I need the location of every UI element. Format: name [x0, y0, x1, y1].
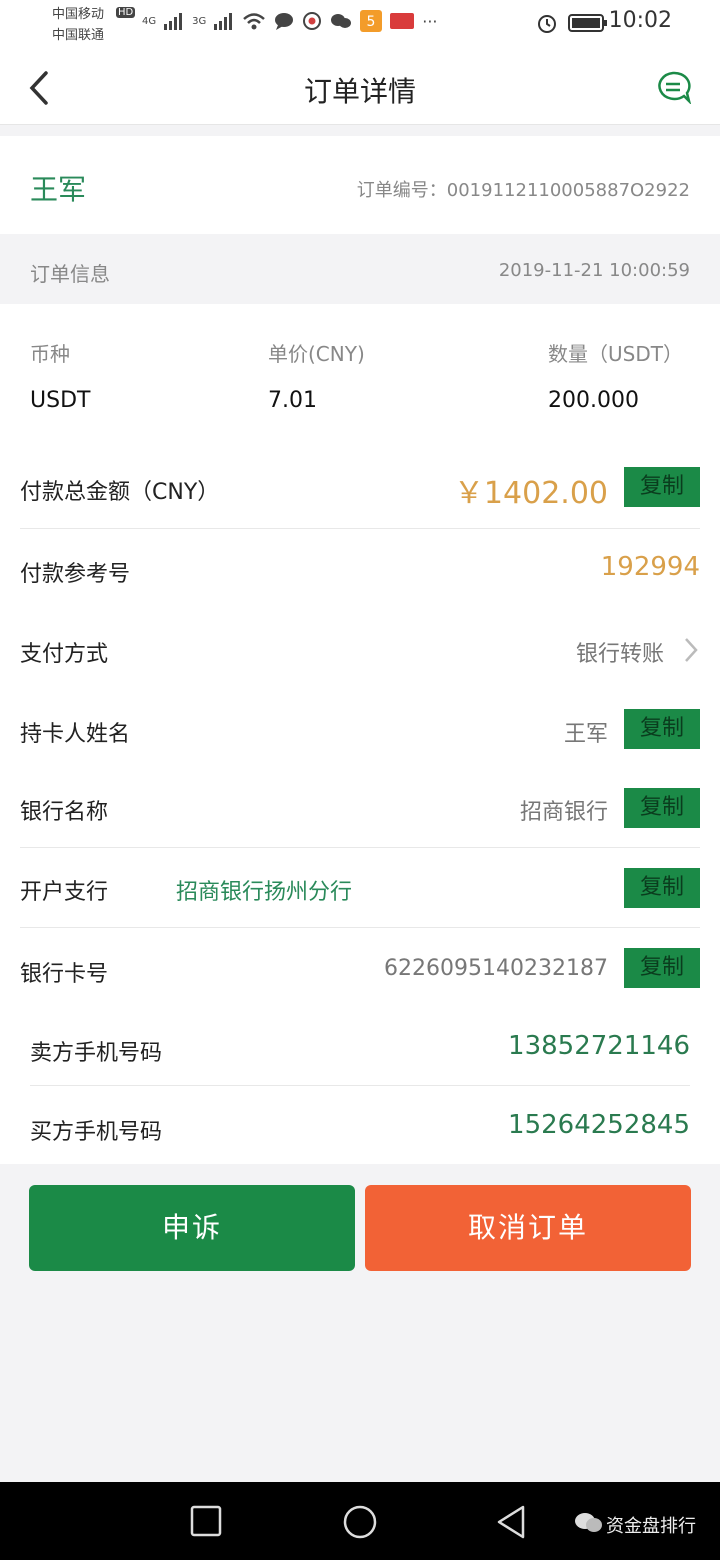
- buyer-phone-label: 买方手机号码: [30, 1120, 163, 1145]
- status-icons: 4G 3G 5 ···: [142, 10, 438, 32]
- buyer-phone-value[interactable]: 15264252845: [508, 1110, 690, 1140]
- card-holder-label: 持卡人姓名: [20, 722, 131, 747]
- app-icon-red: [390, 13, 415, 29]
- col-value-currency: USDT: [30, 388, 91, 413]
- svg-text:5: 5: [367, 14, 376, 30]
- reference-label: 付款参考号: [20, 562, 131, 587]
- col-value-quantity: 200.000: [548, 388, 639, 413]
- cancel-order-button[interactable]: 取消订单: [365, 1185, 691, 1271]
- order-info-label: 订单信息: [30, 262, 110, 286]
- order-number: 订单编号：0019112110005887O2922: [356, 180, 690, 201]
- browser-icon: [303, 12, 322, 30]
- seller-phone-value[interactable]: 13852721146: [508, 1031, 690, 1061]
- divider: [20, 847, 700, 848]
- page-title: 订单详情: [303, 75, 416, 108]
- appeal-button[interactable]: 申诉: [29, 1185, 355, 1271]
- col-header-price: 单价(CNY): [268, 342, 365, 366]
- seller-section: 王军 订单编号：0019112110005887O2922: [0, 136, 720, 234]
- payment-method-label: 支付方式: [20, 642, 109, 667]
- hd-badge: HD: [116, 7, 136, 18]
- copy-bank-button[interactable]: 复制: [624, 788, 700, 828]
- more-indicator: ···: [422, 11, 438, 31]
- status-time: 10:02: [608, 8, 672, 33]
- reference-value: 192994: [600, 552, 700, 582]
- bank-name-label: 银行名称: [20, 800, 109, 825]
- total-amount-label: 付款总金额（CNY）: [20, 480, 220, 505]
- total-amount-value: ￥1402.00: [453, 476, 608, 511]
- network-3g-label: 3G: [192, 15, 207, 27]
- col-header-quantity: 数量（USDT）: [548, 342, 683, 366]
- home-circle-icon[interactable]: [342, 1504, 378, 1540]
- carrier-2: 中国联通: [52, 28, 105, 43]
- recents-square-icon[interactable]: [190, 1505, 222, 1537]
- wechat-icon: [331, 14, 352, 28]
- card-holder-value: 王军: [563, 722, 608, 747]
- divider: [20, 528, 700, 529]
- chat-icon[interactable]: [654, 70, 692, 104]
- status-bar: 中国移动 中国联通 HD 4G 3G 5 ··· 10:02: [0, 0, 720, 50]
- watermark-text: 资金盘排行: [606, 1516, 696, 1537]
- wifi-icon: [243, 13, 266, 30]
- copy-total-button[interactable]: 复制: [624, 467, 700, 507]
- alarm-icon: [538, 15, 556, 33]
- message-icon: [275, 13, 294, 30]
- seller-phone-label: 卖方手机号码: [30, 1041, 163, 1066]
- network-4g-label: 4G: [142, 15, 157, 27]
- col-value-price: 7.01: [268, 388, 317, 413]
- divider: [30, 1085, 690, 1086]
- branch-label: 开户支行: [20, 880, 109, 905]
- signal-icon-2: [214, 13, 233, 30]
- copy-card-button[interactable]: 复制: [624, 948, 700, 988]
- divider: [20, 927, 700, 928]
- branch-value: 招商银行扬州分行: [176, 880, 353, 905]
- bank-name-value: 招商银行: [519, 800, 608, 825]
- chevron-right-icon[interactable]: [682, 636, 700, 664]
- seller-name: 王军: [30, 173, 87, 206]
- order-datetime: 2019-11-21 10:00:59: [498, 260, 690, 281]
- nav-header: 订单详情: [0, 50, 720, 125]
- payment-method-value[interactable]: 银行转账: [576, 636, 664, 668]
- signal-icon: [164, 13, 183, 30]
- battery-icon: [568, 14, 607, 32]
- status-right-icons: [536, 12, 608, 34]
- col-header-currency: 币种: [30, 342, 70, 366]
- wechat-watermark-icon: [575, 1513, 602, 1532]
- copy-branch-button[interactable]: 复制: [624, 868, 700, 908]
- app-icon-orange: 5: [360, 10, 383, 32]
- back-triangle-icon[interactable]: [494, 1504, 528, 1540]
- order-details: 币种 单价(CNY) 数量（USDT） USDT 7.01 200.000 付款…: [0, 304, 720, 1164]
- card-number-label: 银行卡号: [20, 962, 109, 987]
- carrier-1: 中国移动: [52, 7, 105, 22]
- order-info-bar: 订单信息 2019-11-21 10:00:59: [0, 236, 720, 304]
- system-nav-bar: 资金盘排行: [0, 1482, 720, 1560]
- copy-holder-button[interactable]: 复制: [624, 709, 700, 749]
- card-number-value: 6226095140232187: [384, 956, 608, 981]
